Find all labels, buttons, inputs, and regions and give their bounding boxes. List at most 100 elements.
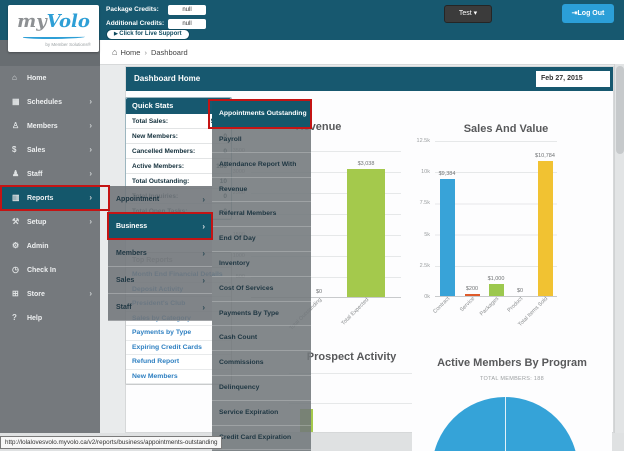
quick-stat-label: Total Sales: [132, 114, 168, 128]
x-axis-category-label: Total Expected [324, 297, 371, 344]
submenu-item-staff[interactable]: Staff › [108, 294, 212, 321]
sidebar-item-label: Store [27, 291, 45, 298]
business-reports-menu: Appointments OutstandingPayrollAttendanc… [212, 100, 311, 451]
y-axis-tick: 5k [408, 232, 430, 238]
chevron-right-icon: › [89, 114, 92, 138]
brand-my: my [17, 11, 47, 32]
sidebar-item-label: Setup [27, 219, 46, 226]
myvolo-dashboard-page: myVolo by Member Solutions® Package Cred… [0, 0, 624, 451]
submenu-item-appointment[interactable]: Appointment › [108, 186, 212, 213]
y-axis-tick: 0k [408, 294, 430, 300]
package-credits-value: null [168, 5, 206, 15]
quick-stat-label: Active Members: [132, 159, 184, 173]
menu-item-commissions[interactable]: Commissions [212, 351, 311, 376]
x-axis-category-label: Packages [454, 296, 501, 343]
menu-item-delinquency[interactable]: Delinquency [212, 376, 311, 401]
people-icon: ♟ [12, 162, 25, 186]
logout-label: Log Out [578, 10, 605, 17]
live-support-button[interactable]: ▶ Click for Live Support [106, 29, 190, 40]
dashboard-panel-header: Dashboard Home Feb 27, 2015 [126, 67, 613, 91]
menu-item-service-expiration[interactable]: Service Expiration [212, 401, 311, 426]
submenu-item-business[interactable]: Business › [108, 213, 212, 240]
sales-value-chart: Sales And Value 12.5k10k7.5k5k2.5k0k $9,… [413, 113, 599, 348]
sidebar-item-admin[interactable]: ⚙ Admin › [0, 234, 100, 258]
sidebar-item-label: Help [27, 315, 42, 322]
sidebar-item-staff[interactable]: ♟ Staff › [0, 162, 100, 186]
breadcrumb-home-link[interactable]: Home [120, 48, 140, 57]
vertical-scrollbar[interactable] [614, 64, 624, 433]
sidebar-item-label: Check In [27, 267, 56, 274]
x-axis-category-label: Contract [405, 296, 452, 343]
dollar-icon: $ [12, 138, 25, 162]
user-menu-button[interactable]: Test ▾ [444, 5, 492, 23]
gear-icon: ⚙ [12, 234, 25, 258]
menu-item-referral-members[interactable]: Referral Members [212, 202, 311, 227]
chevron-right-icon: › [89, 210, 92, 234]
chart-icon: ▥ [12, 186, 25, 210]
submenu-item-label: Appointment [116, 196, 159, 203]
active-members-chart: Active Members By Program TOTAL MEMBERS:… [412, 350, 612, 451]
x-axis-category-label: Product [478, 296, 525, 343]
submenu-item-label: Business [116, 223, 147, 230]
menu-item-credit-card-expiration[interactable]: Credit Card Expiration [212, 426, 311, 451]
question-icon: ? [12, 306, 25, 330]
menu-item-payments-by-type[interactable]: Payments By Type [212, 302, 311, 327]
dashboard-title: Dashboard Home [134, 74, 200, 83]
submenu-item-members[interactable]: Members › [108, 240, 212, 267]
cart-icon: ⊞ [12, 282, 25, 306]
home-icon: ⌂ [112, 47, 117, 57]
caret-down-icon: ▾ [474, 10, 478, 17]
menu-item-inventory[interactable]: Inventory [212, 252, 311, 277]
chevron-right-icon: › [202, 294, 205, 321]
sidebar-item-sales[interactable]: $ Sales › [0, 138, 100, 162]
chevron-right-icon: › [89, 162, 92, 186]
scrollbar-thumb[interactable] [616, 66, 624, 154]
sidebar-item-setup[interactable]: ⚒ Setup › [0, 210, 100, 234]
bar-value-label: $0 [500, 288, 540, 294]
breadcrumb: ⌂Home›Dashboard [112, 47, 188, 57]
submenu-item-sales[interactable]: Sales › [108, 267, 212, 294]
chevron-right-icon: › [202, 267, 205, 294]
submenu-item-label: Staff [116, 304, 132, 311]
menu-item-attendance-report-with[interactable]: Attendance Report With [212, 153, 311, 178]
menu-item-payroll[interactable]: Payroll [212, 128, 311, 153]
sidebar-item-help[interactable]: ? Help › [0, 306, 100, 330]
myvolo-logo[interactable]: myVolo by Member Solutions® [8, 5, 99, 52]
menu-item-cash-count[interactable]: Cash Count [212, 326, 311, 351]
submenu-item-label: Sales [116, 277, 134, 284]
y-axis-tick: 12.5k [408, 138, 430, 144]
bar-value-label: $10,784 [525, 153, 565, 159]
calendar-icon: ▦ [12, 90, 25, 114]
menu-item-cost-of-services[interactable]: Cost Of Services [212, 277, 311, 302]
menu-item-end-of-day[interactable]: End Of Day [212, 227, 311, 252]
chevron-right-icon: › [202, 186, 205, 213]
sidebar-item-store[interactable]: ⊞ Store › [0, 282, 100, 306]
wrench-icon: ⚒ [12, 210, 25, 234]
total-members-subtitle: TOTAL MEMBERS: 188 [412, 376, 612, 382]
sidebar-item-home[interactable]: ⌂ Home › [0, 66, 100, 90]
chevron-right-icon: › [202, 240, 205, 267]
submenu-item-label: Members [116, 250, 147, 257]
sidebar-item-reports[interactable]: ▥ Reports › [0, 186, 100, 210]
menu-item-revenue[interactable]: Revenue [212, 178, 311, 203]
logout-button[interactable]: ⇥Log Out [562, 4, 614, 23]
quick-stat-label: New Members: [132, 129, 178, 143]
sidebar-item-members[interactable]: ♙ Members › [0, 114, 100, 138]
date-field[interactable]: Feb 27, 2015 [536, 71, 610, 87]
bar-value-label: $1,000 [476, 276, 516, 282]
bar-total-expected [347, 169, 385, 297]
active-members-title: Active Members By Program [412, 357, 612, 369]
menu-item-appointments-outstanding[interactable]: Appointments Outstanding [212, 100, 311, 128]
breadcrumb-band: ⌂Home›Dashboard [100, 40, 624, 65]
brand-tagline: by Member Solutions® [8, 42, 99, 47]
members-pie [432, 397, 578, 451]
sidebar-item-check-in[interactable]: ◷ Check In › [0, 258, 100, 282]
quick-stat-label: Cancelled Members: [132, 144, 195, 158]
browser-status-url: http://lolalovesvolo.myvolo.ca/v2/report… [0, 436, 222, 449]
brand-text: myVolo [8, 9, 99, 35]
sales-value-y-axis: 12.5k10k7.5k5k2.5k0k [413, 141, 433, 297]
sidebar-item-schedules[interactable]: ▦ Schedules › [0, 90, 100, 114]
y-axis-tick: 7.5k [408, 200, 430, 206]
x-axis-category-label: Total Items Sold [503, 296, 550, 343]
package-credits-row: Package Credits: null [106, 3, 206, 16]
